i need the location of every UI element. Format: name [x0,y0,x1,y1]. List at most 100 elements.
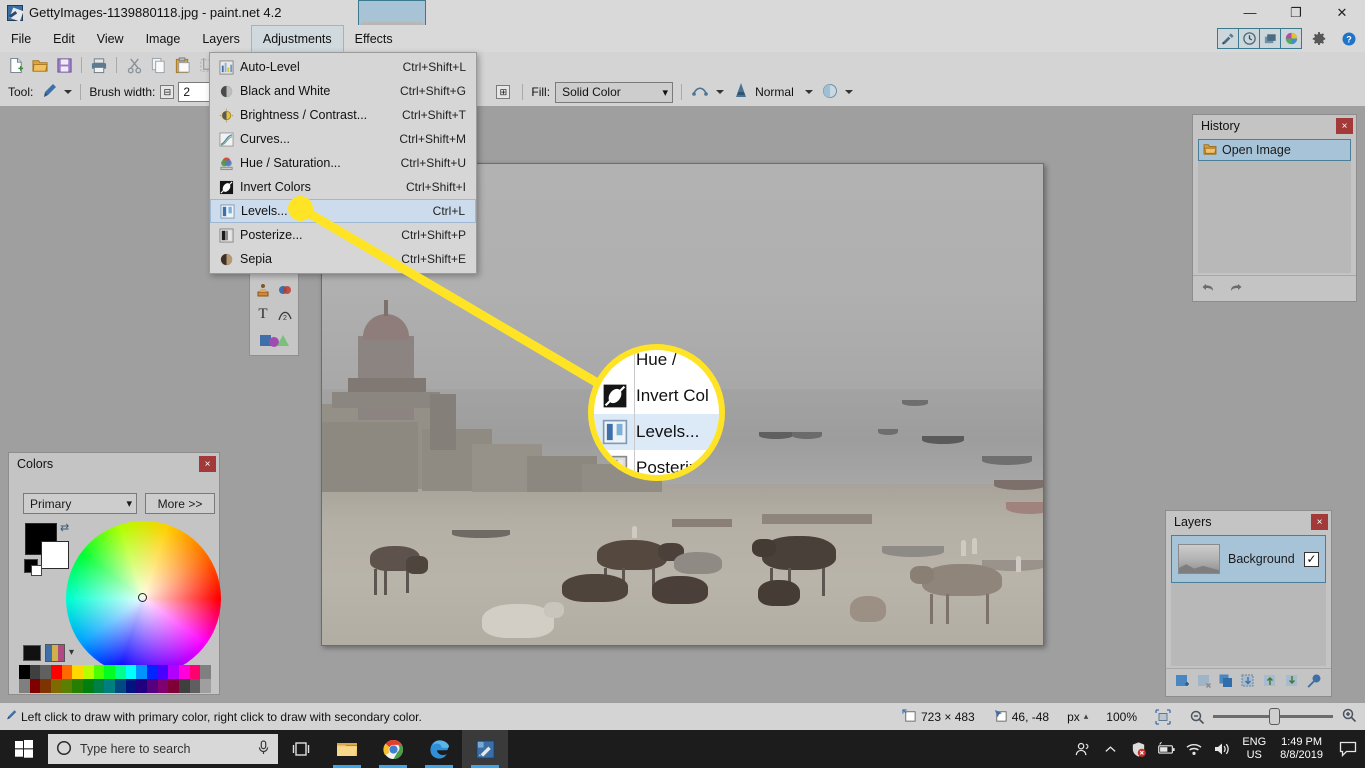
close-icon[interactable]: × [1336,118,1353,134]
battery-icon[interactable] [1152,730,1180,768]
wifi-icon[interactable] [1180,730,1208,768]
microphone-icon[interactable] [257,740,270,758]
color-wheel-marker[interactable] [138,593,147,602]
action-center-icon[interactable] [1331,730,1365,768]
menu-item-invert-colors[interactable]: Invert Colors Ctrl+Shift+I [210,175,476,199]
show-hidden-icons-chevron[interactable] [1096,730,1124,768]
layer-properties-icon[interactable] [1306,673,1322,692]
language-indicator[interactable]: ENG US [1236,736,1272,762]
clone-stamp-icon[interactable] [252,277,274,302]
windows-start-icon[interactable] [0,730,48,768]
palette-row-light[interactable] [19,665,212,679]
color-mode-select[interactable]: Primary ▾ [23,493,137,514]
zoom-slider[interactable] [1213,708,1333,725]
menu-item-hue-saturation[interactable]: Hue / Saturation... Ctrl+Shift+U [210,151,476,175]
chevron-down-icon[interactable] [716,90,725,94]
history-window-toggle[interactable] [1238,28,1260,49]
menu-layers[interactable]: Layers [191,25,251,52]
palette-swatches[interactable] [19,665,212,693]
zoom-in-button[interactable] [1341,707,1357,726]
fill-select[interactable]: Solid Color ▾ [555,81,674,103]
layer-item-background[interactable]: Background ✓ [1171,535,1326,583]
colors-window-toggle[interactable] [1280,28,1302,49]
recolor-icon[interactable] [274,277,296,302]
add-color-icon[interactable] [23,645,41,661]
paste-icon[interactable] [170,54,194,76]
cut-icon[interactable] [122,54,146,76]
edge-icon[interactable] [416,730,462,768]
menu-adjustments[interactable]: Adjustments [250,25,344,52]
antialiasing-icon[interactable] [690,83,710,102]
fit-to-window-button[interactable] [1155,708,1171,725]
close-icon[interactable]: × [1311,514,1328,530]
security-alert-icon[interactable] [1124,730,1152,768]
maximize-button[interactable]: ❐ [1273,0,1319,25]
copy-icon[interactable] [146,54,170,76]
history-item-open-image[interactable]: Open Image [1198,139,1351,161]
menu-effects[interactable]: Effects [344,25,404,52]
menu-item-levels[interactable]: Levels... Ctrl+L [210,199,476,223]
menu-item-brightness-contrast[interactable]: Brightness / Contrast... Ctrl+Shift+T [210,103,476,127]
brush-width-increment[interactable]: ⊞ [496,85,511,99]
redo-icon[interactable] [1227,281,1243,297]
clock-time: 1:49 PM [1281,736,1323,748]
print-icon[interactable] [87,54,111,76]
chevron-up-icon[interactable]: ▴ [1084,711,1089,722]
menu-item-posterize[interactable]: Posterize... Ctrl+Shift+P [210,223,476,247]
chevron-down-icon[interactable] [64,90,73,94]
brush-width-decrement[interactable]: ⊟ [160,85,175,99]
menu-file[interactable]: File [0,25,42,52]
move-layer-down-icon[interactable] [1284,673,1300,692]
delete-layer-icon[interactable] [1196,673,1212,692]
clock[interactable]: 1:49 PM 8/8/2019 [1272,736,1331,762]
svg-text:?: ? [1346,34,1352,44]
move-layer-up-icon[interactable] [1262,673,1278,692]
duplicate-layer-icon[interactable] [1218,673,1234,692]
blend-mode-icon[interactable] [732,82,750,103]
alpha-blending-icon[interactable] [821,82,839,103]
menu-image[interactable]: Image [135,25,192,52]
chevron-down-icon[interactable]: ▾ [69,647,74,658]
shapes-icon[interactable] [252,327,296,352]
zoom-slider-thumb[interactable] [1269,708,1280,725]
menu-edit[interactable]: Edit [42,25,86,52]
text-icon[interactable]: T [252,302,274,327]
units-group[interactable]: px ▴ [1067,710,1088,724]
people-icon[interactable] [1068,730,1096,768]
tool-selector[interactable] [38,82,73,103]
line-curve-icon[interactable]: 2 [274,302,296,327]
gear-icon[interactable] [1307,28,1331,49]
menu-item-auto-level[interactable]: Auto-Level Ctrl+Shift+L [210,55,476,79]
more-button[interactable]: More >> [145,493,215,514]
palette-row-dark[interactable] [19,679,212,693]
menu-item-sepia[interactable]: Sepia Ctrl+Shift+E [210,247,476,271]
merge-layer-down-icon[interactable] [1240,673,1256,692]
paintnet-icon[interactable] [462,730,508,768]
palette-icon[interactable] [45,644,65,662]
tools-window-toggle[interactable] [1217,28,1239,49]
search-input[interactable]: Type here to search [48,734,278,764]
layers-window-toggle[interactable] [1259,28,1281,49]
layer-visibility-checkbox[interactable]: ✓ [1304,551,1319,567]
save-icon[interactable] [52,54,76,76]
volume-icon[interactable] [1208,730,1236,768]
chrome-icon[interactable] [370,730,416,768]
chevron-down-icon[interactable] [844,90,853,94]
chevron-down-icon[interactable] [804,90,813,94]
swap-colors-icon[interactable]: ⇄ [60,521,69,534]
menu-view[interactable]: View [86,25,135,52]
minimize-button[interactable]: — [1227,0,1273,25]
file-explorer-icon[interactable] [324,730,370,768]
help-icon[interactable]: ? [1337,28,1361,49]
task-view-icon[interactable] [278,730,324,768]
close-icon[interactable]: × [199,456,216,472]
menu-item-black-and-white[interactable]: Black and White Ctrl+Shift+G [210,79,476,103]
open-icon[interactable] [28,54,52,76]
undo-icon[interactable] [1201,281,1217,297]
new-icon[interactable] [4,54,28,76]
menu-item-curves[interactable]: Curves... Ctrl+Shift+M [210,127,476,151]
add-layer-icon[interactable] [1174,673,1190,692]
close-button[interactable]: ✕ [1319,0,1365,25]
secondary-color-swatch[interactable] [41,541,69,569]
zoom-out-button[interactable] [1189,709,1205,725]
